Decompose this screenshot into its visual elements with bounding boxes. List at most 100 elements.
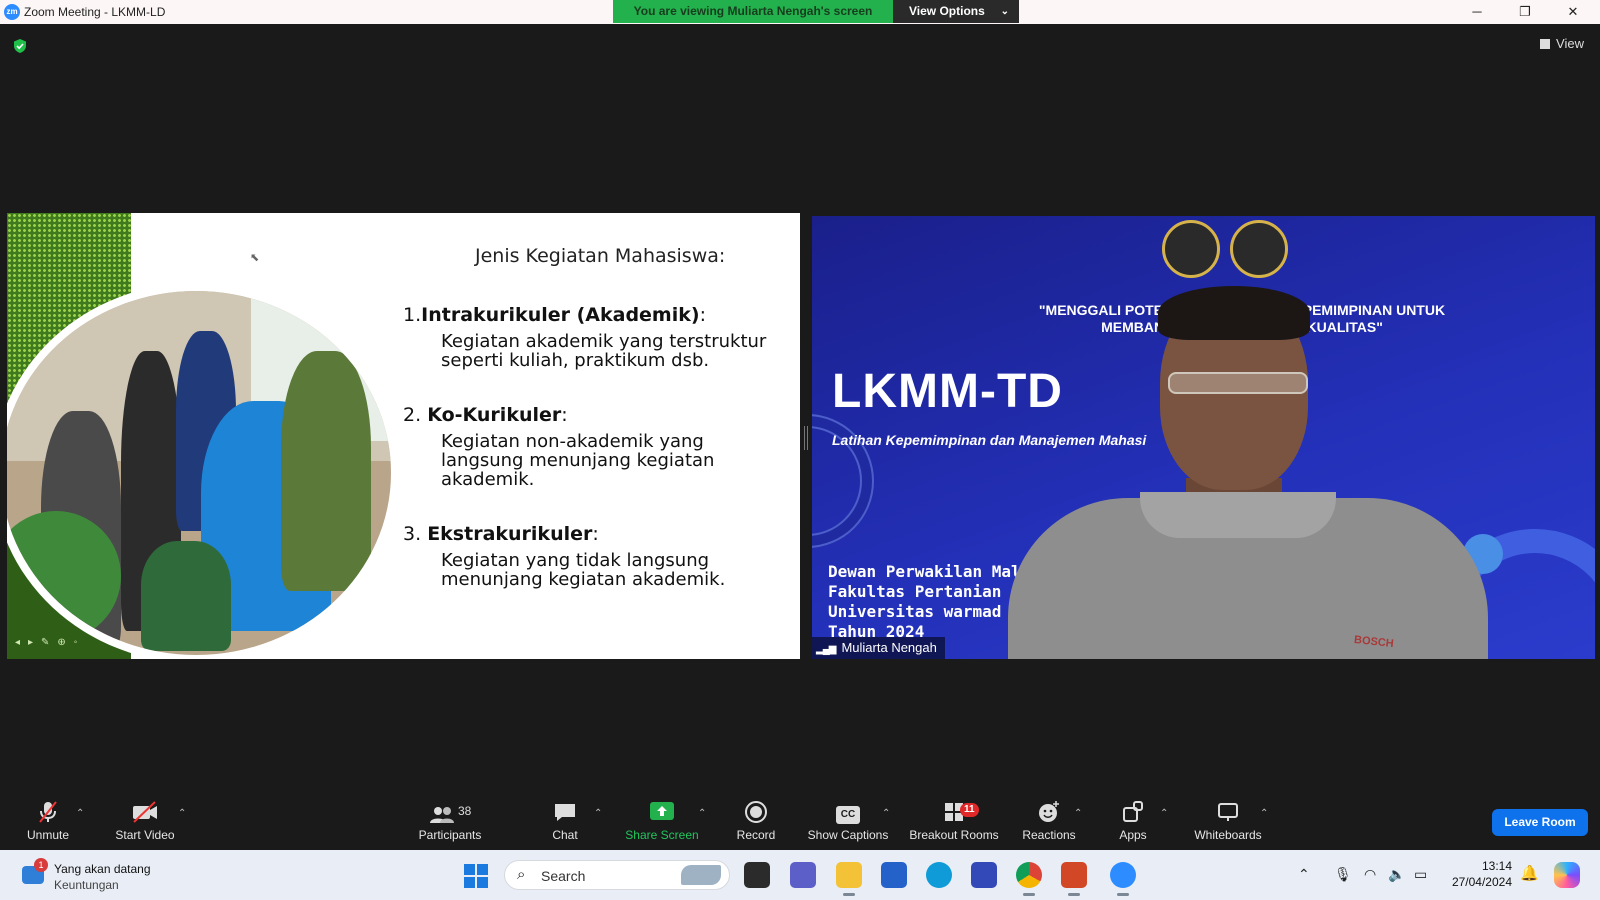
apps-label: Apps [1119,828,1147,842]
widgets-title: Yang akan datang [54,862,151,876]
store-icon[interactable] [881,862,907,888]
section-body: Kegiatan akademik yang terstruktur seper… [441,331,767,371]
restore-icon: ❐ [1519,4,1531,19]
reactions-button[interactable]: Reactions [1016,800,1082,850]
whiteboard-app-icon[interactable] [971,862,997,888]
battery-icon[interactable]: ▭ [1414,866,1427,883]
view-options-label: View Options [909,4,985,18]
record-icon [730,800,782,828]
teams-icon[interactable] [790,862,816,888]
minimize-button[interactable]: ─ [1454,0,1500,24]
captions-options-caret[interactable]: ⌃ [882,808,890,819]
leave-room-button[interactable]: Leave Room [1492,809,1588,836]
window-title: Zoom Meeting - LKMM-LD [24,5,166,19]
viewing-screen-message: You are viewing Muliarta Nengah's screen [613,0,893,23]
apps-options-caret[interactable]: ⌃ [1160,808,1168,819]
show-captions-button[interactable]: CC Show Captions [804,800,892,850]
show-captions-label: Show Captions [807,828,889,842]
captions-icon: CC [804,800,892,828]
video-options-caret[interactable]: ⌃ [178,808,186,819]
slide-nav-controls[interactable]: ◂▸✎⊕◦ [15,637,85,648]
microphone-icon[interactable]: 🎙 [1334,866,1352,883]
start-video-label: Start Video [115,828,175,842]
view-layout-button[interactable]: View [1540,36,1584,51]
reactions-options-caret[interactable]: ⌃ [1074,808,1082,819]
chrome-icon[interactable] [1016,862,1042,896]
reactions-label: Reactions [1022,828,1076,842]
widgets-subtitle: Keuntungan [54,878,119,892]
search-highlight-icon [681,865,721,885]
section-heading: 2. Ko-Kurikuler: [403,404,568,426]
clock-date: 27/04/2024 [1451,875,1512,889]
speaker-glasses [1168,372,1308,394]
whiteboards-button[interactable]: Whiteboards [1184,800,1272,850]
wifi-icon[interactable]: ◠ [1364,866,1376,883]
view-layout-label: View [1556,36,1584,51]
participant-name: Muliarta Nengah [841,640,937,655]
slide-section-2: 2. Ko-Kurikuler: Kegiatan non-akademik y… [403,404,714,489]
signal-strength-icon: ▂▄▆ [816,644,836,655]
slide-photo [7,291,391,655]
share-screen-icon [622,800,702,828]
shared-screen-slide: ◂▸✎⊕◦ Jenis Kegiatan Mahasiswa: 1.Intrak… [7,213,800,659]
unmute-button[interactable]: Unmute [22,800,74,850]
view-layout-icon [1540,39,1551,49]
section-heading: 1.Intrakurikuler (Akademik): [403,304,706,326]
speaker-video-tile[interactable]: "MENGGALI POTENSI MA AM KEPEMIMPINAN UNT… [812,216,1595,659]
encryption-shield-icon[interactable] [12,38,28,54]
view-options-button[interactable]: View Options ⌄ [893,0,1019,23]
file-explorer-icon[interactable] [836,862,862,896]
notification-bell-icon[interactable]: 🔔 [1520,864,1539,882]
window-titlebar: zm Zoom Meeting - LKMM-LD You are viewin… [0,0,1600,24]
show-hidden-icons-chevron-icon[interactable]: ⌃ [1298,866,1310,883]
background-subtitle: Latihan Kepemimpinan dan Manajemen Mahas… [832,432,1147,448]
powerpoint-icon[interactable] [1061,862,1087,896]
chat-button[interactable]: Chat [536,800,594,850]
section-body: Kegiatan yang tidak langsung menunjang k… [441,550,726,590]
whiteboards-label: Whiteboards [1194,828,1262,842]
clock-time: 13:14 [1481,859,1512,873]
windows-start-button[interactable] [464,864,488,888]
screen-share-banner: You are viewing Muliarta Nengah's screen… [613,0,1019,23]
unmute-label: Unmute [26,828,70,842]
mouse-cursor-icon: ⬉ [250,252,260,264]
video-off-icon [108,800,182,828]
whiteboards-options-caret[interactable]: ⌃ [1260,808,1268,819]
reactions-icon [1016,800,1082,828]
split-view-resize-handle[interactable] [804,426,808,450]
participants-button[interactable]: 38 Participants [408,800,492,850]
record-button[interactable]: Record [730,800,782,850]
windows-taskbar: 1 Yang akan datang Keuntungan ⌕ Search ⌃… [0,850,1600,900]
section-body: Kegiatan non-akademik yang langsung menu… [441,431,715,490]
share-screen-button[interactable]: Share Screen [622,800,702,850]
share-options-caret[interactable]: ⌃ [698,808,706,819]
audio-options-caret[interactable]: ⌃ [76,808,84,819]
copilot-icon[interactable] [1554,862,1580,888]
restore-button[interactable]: ❐ [1502,0,1548,24]
background-title: LKMM-TD [832,365,1063,418]
breakout-rooms-label: Breakout Rooms [909,828,999,842]
breakout-rooms-button[interactable]: 11 Breakout Rooms [904,800,1004,850]
apps-button[interactable]: Apps [1110,800,1156,850]
chat-options-caret[interactable]: ⌃ [594,808,602,819]
windows-start-icon [464,864,475,875]
slide-title: Jenis Kegiatan Mahasiswa: [475,245,726,267]
close-button[interactable]: ✕ [1550,0,1596,24]
breakout-rooms-icon [904,800,1004,828]
record-label: Record [736,828,776,842]
system-clock[interactable]: 13:14 27/04/2024 [1446,858,1512,890]
section-heading: 3. Ekstrakurikuler: [403,523,599,545]
minimize-icon: ─ [1472,4,1482,19]
whiteboard-icon [1184,800,1272,828]
chat-label: Chat [552,828,578,842]
meeting-toolbar: Unmute ⌃ Start Video ⌃ 38 Participants C… [0,800,1600,850]
mic-muted-icon [22,800,74,828]
widgets-badge: 1 [34,858,48,872]
volume-icon[interactable]: 🔈 [1388,866,1405,883]
zoom-app-icon[interactable] [1110,862,1136,896]
edge-icon[interactable] [926,862,952,888]
chevron-down-icon: ⌄ [1000,6,1009,17]
taskbar-search[interactable]: ⌕ Search [504,860,730,890]
task-view-icon[interactable] [744,862,770,888]
start-video-button[interactable]: Start Video [108,800,182,850]
